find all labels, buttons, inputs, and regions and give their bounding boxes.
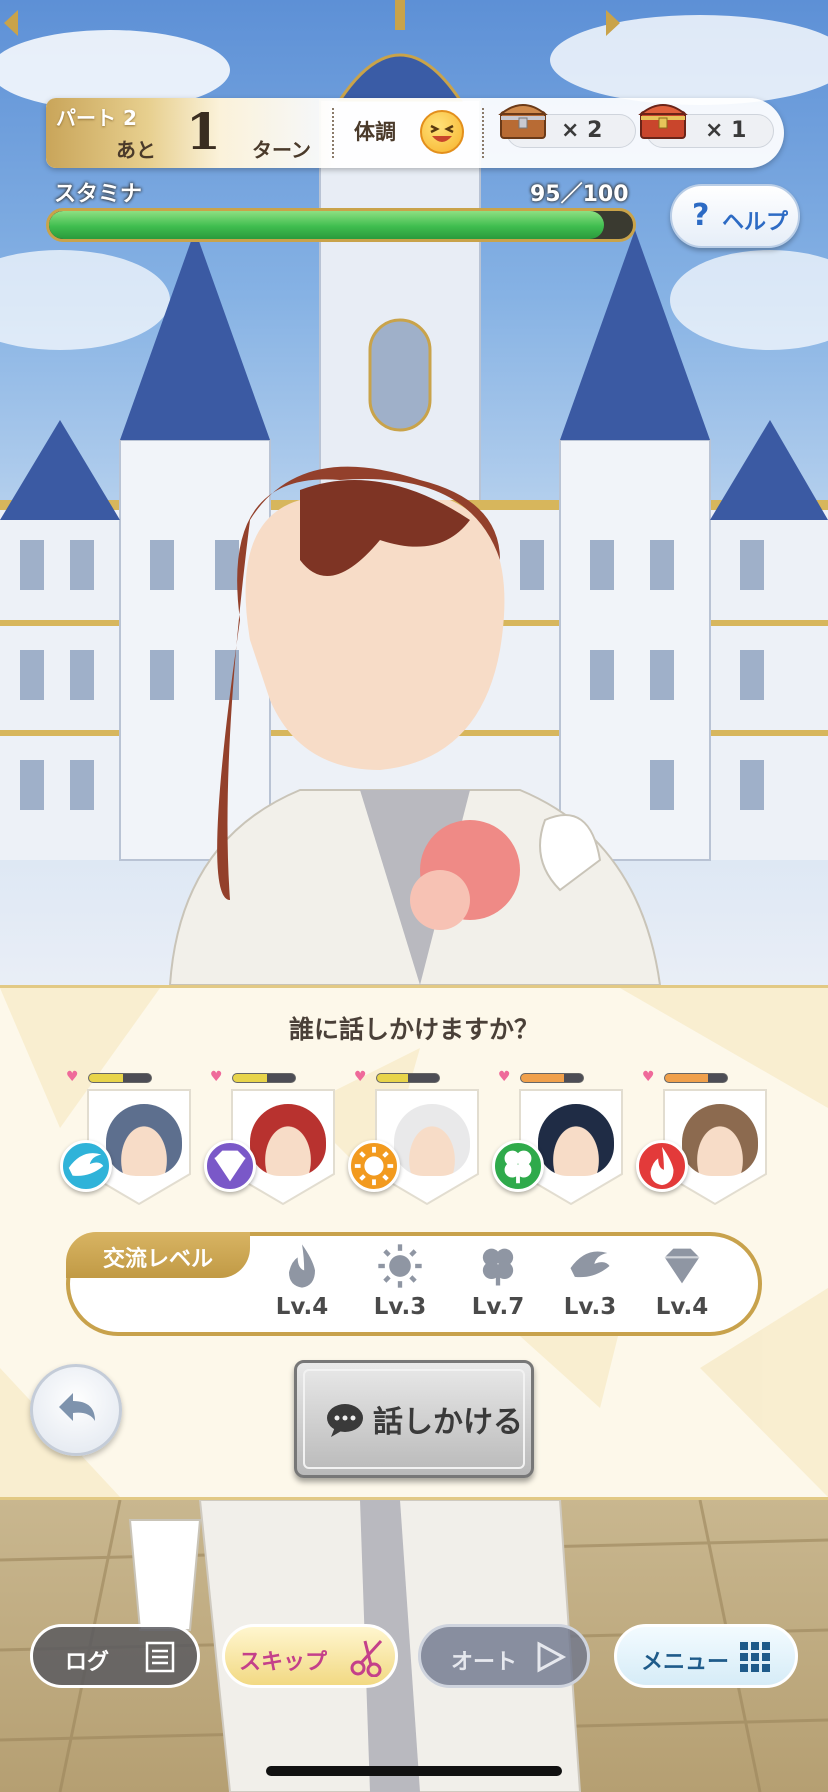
diamond-icon (204, 1140, 256, 1192)
talk-selection-panel: 誰に話しかけますか？ ♥ ♥ ♥ ♥ ♥ 交流レベル Lv.4 Lv.3 Lv.7 Lv.3 L… (0, 985, 828, 1500)
condition-label: 体調 (354, 120, 396, 144)
affection-bar (88, 1073, 152, 1083)
clover-icon (492, 1140, 544, 1192)
part-label: パート 2 (56, 106, 137, 130)
affection-bar-fill (89, 1074, 124, 1082)
exchange-level-value: Lv.3 (373, 1294, 427, 1320)
speech-bubble-icon (327, 1404, 363, 1437)
character-portrait (682, 1104, 758, 1176)
back-arrow-icon (59, 1393, 95, 1421)
heart-icon: ♥ (642, 1069, 655, 1085)
gold-chest-icon (638, 104, 688, 139)
wind-icon (570, 1251, 610, 1278)
character-portrait (538, 1104, 614, 1176)
character-option[interactable]: ♥ (492, 1070, 632, 1210)
affection-bar (664, 1073, 728, 1083)
stamina-value: 95／100 (530, 182, 629, 207)
turn-suffix: ターン (252, 138, 311, 162)
diamond-icon (664, 1248, 700, 1284)
home-indicator (266, 1766, 562, 1776)
talk-button-label: 話しかける (373, 1405, 523, 1440)
exchange-level-item: Lv.3 (354, 1240, 446, 1330)
list-icon (145, 1641, 175, 1673)
scissors-icon (350, 1639, 383, 1677)
exchange-level-value: Lv.4 (655, 1294, 709, 1320)
exchange-level-item: Lv.3 (544, 1240, 636, 1330)
character-option[interactable]: ♥ (204, 1070, 344, 1210)
exchange-level-item: Lv.4 (256, 1240, 348, 1330)
character-portrait (394, 1104, 470, 1176)
help-button[interactable]: ? ヘルプ (670, 184, 800, 248)
heart-icon: ♥ (498, 1069, 511, 1085)
hud-divider (332, 108, 334, 158)
affection-bar (376, 1073, 440, 1083)
remaining-prefix: あと (116, 138, 156, 162)
laughing-face-icon (420, 110, 464, 154)
dialog-question: 誰に話しかけますか？ (288, 1015, 539, 1044)
flame-icon (289, 1244, 315, 1288)
wind-icon (60, 1140, 112, 1192)
log-button[interactable]: ログ (30, 1624, 200, 1688)
affection-bar-fill (521, 1074, 565, 1082)
affection-bar-fill (233, 1074, 268, 1082)
sun-icon (348, 1140, 400, 1192)
auto-button-label: オート (451, 1650, 518, 1675)
character-option[interactable]: ♥ (636, 1070, 776, 1210)
story-scene: パート 2 あと 1 ターン 体調 × 2 × 1 スタミナ 95／100 ? … (0, 0, 828, 985)
affection-bar-fill (665, 1074, 709, 1082)
skip-button[interactable]: スキップ (222, 1624, 398, 1688)
grid-icon (740, 1642, 770, 1672)
item-count: × 2 (561, 118, 603, 143)
auto-button[interactable]: オート (418, 1624, 590, 1688)
log-button-label: ログ (65, 1650, 110, 1675)
item-count: × 1 (705, 118, 747, 143)
help-button-label: ヘルプ (722, 210, 789, 235)
turn-status-bar: パート 2 あと 1 ターン 体調 × 2 × 1 (46, 98, 784, 168)
skip-button-label: スキップ (239, 1650, 328, 1675)
back-button[interactable] (30, 1364, 122, 1456)
clover-icon (482, 1248, 514, 1286)
character-portrait (250, 1104, 326, 1176)
silver-chest-icon (498, 104, 548, 139)
question-mark-icon: ? (692, 198, 710, 233)
exchange-level-value: Lv.4 (275, 1294, 329, 1320)
exchange-level-item: Lv.4 (636, 1240, 728, 1330)
character-option[interactable]: ♥ (60, 1070, 200, 1210)
stamina-bar (46, 208, 636, 242)
stamina-frame-ornament (4, 10, 620, 36)
stamina-bar-fill (49, 211, 604, 239)
exchange-level-value: Lv.3 (563, 1294, 617, 1320)
hud-divider (482, 108, 484, 158)
talk-button[interactable]: 話しかける (294, 1360, 534, 1478)
menu-button-label: メニュー (641, 1650, 730, 1675)
heart-icon: ♥ (354, 1069, 367, 1085)
heart-icon: ♥ (66, 1069, 79, 1085)
play-icon (537, 1641, 567, 1673)
affection-bar-fill (377, 1074, 408, 1082)
stamina-label: スタミナ (54, 182, 143, 207)
exchange-level-item: Lv.7 (452, 1240, 544, 1330)
turns-left-number: 1 (186, 102, 221, 161)
exchange-level-value: Lv.7 (471, 1294, 525, 1320)
character-portrait (106, 1104, 182, 1176)
exchange-level-tab: 交流レベル (66, 1232, 250, 1278)
character-option[interactable]: ♥ (348, 1070, 488, 1210)
affection-bar (520, 1073, 584, 1083)
affection-bar (232, 1073, 296, 1083)
sun-icon (378, 1244, 422, 1288)
menu-button[interactable]: メニュー (614, 1624, 798, 1688)
heart-icon: ♥ (210, 1069, 223, 1085)
flame-icon (636, 1140, 688, 1192)
